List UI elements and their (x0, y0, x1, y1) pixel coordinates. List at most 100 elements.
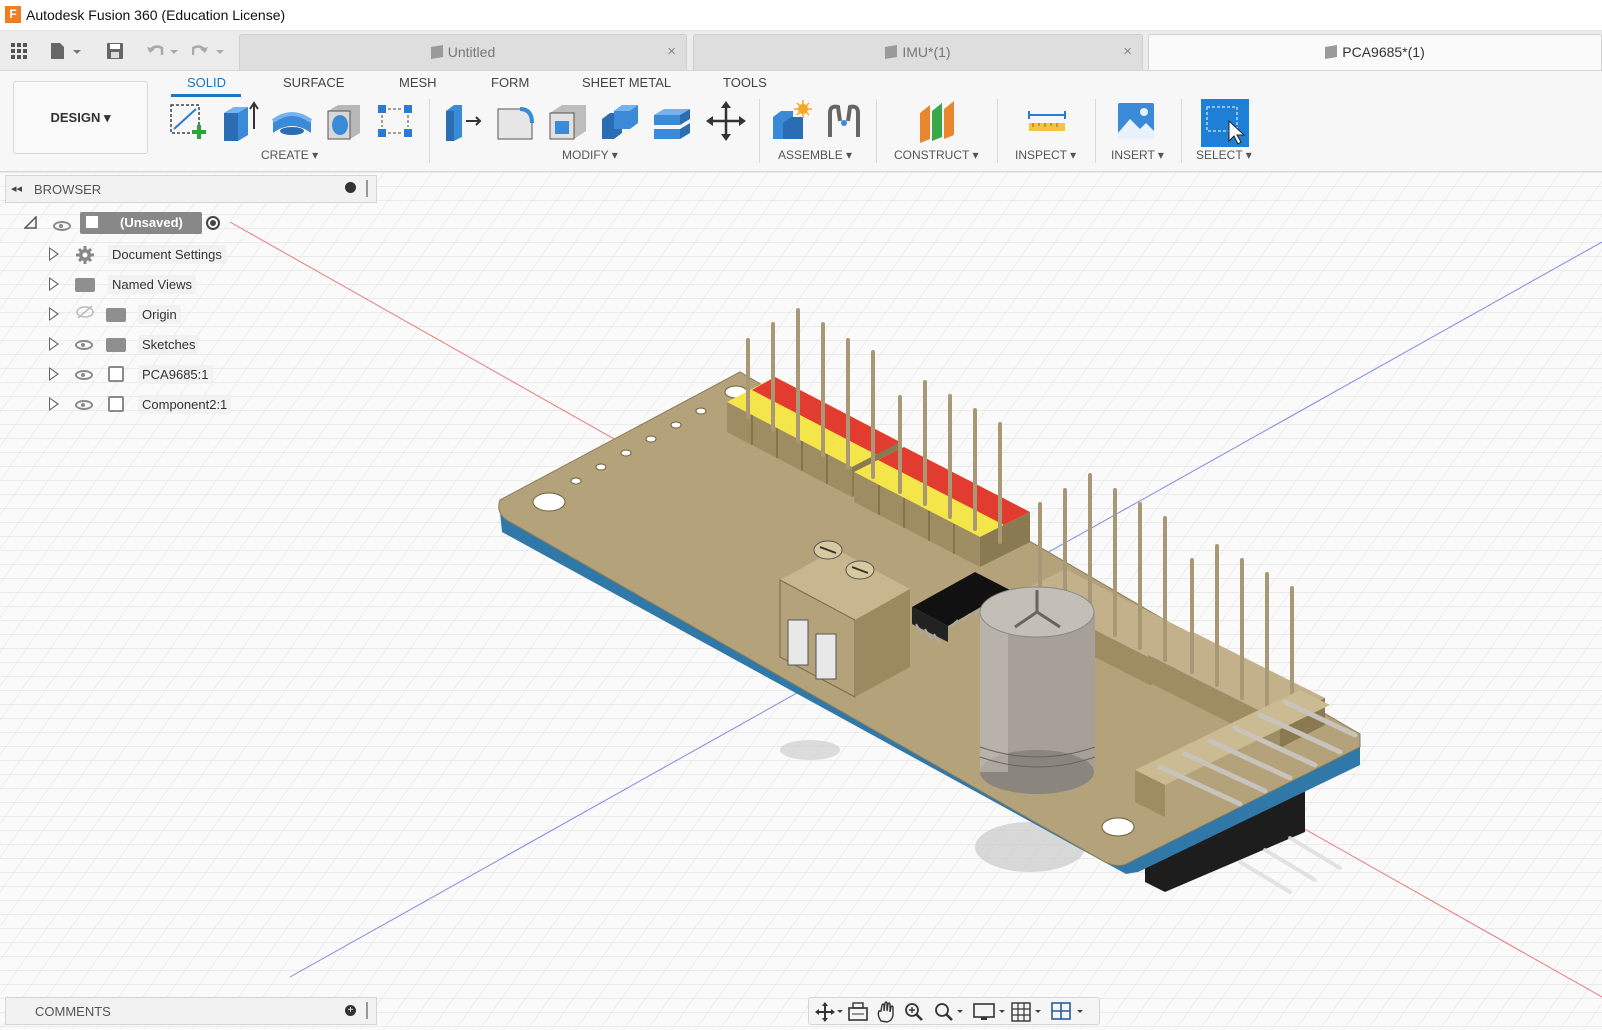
new-component-icon[interactable] (769, 99, 813, 143)
tab-mesh[interactable]: MESH (399, 75, 437, 90)
zoom-icon[interactable] (903, 1001, 927, 1023)
add-comment-icon[interactable]: + (345, 1005, 356, 1016)
component-icon (108, 396, 124, 412)
select-menu[interactable]: SELECT ▾ (1196, 148, 1252, 162)
new-sketch-icon[interactable] (166, 99, 210, 143)
tab-solid[interactable]: SOLID (187, 75, 226, 90)
expand-triangle-icon[interactable] (49, 397, 59, 411)
expand-triangle-icon[interactable] (49, 307, 59, 321)
toolbar-ribbon: DESIGN ▾ SOLID SURFACE MESH FORM SHEET M… (0, 71, 1602, 172)
close-tab-icon[interactable]: × (667, 43, 676, 60)
tab-label: PCA9685*(1) (1342, 44, 1425, 60)
undo-icon[interactable] (145, 39, 181, 63)
electrolytic-capacitor (979, 586, 1096, 794)
component-icon (108, 366, 124, 382)
tree-item-origin[interactable]: Origin (138, 305, 181, 324)
display-settings-icon[interactable] (973, 1002, 1007, 1022)
title-bar: F Autodesk Fusion 360 (Education License… (0, 0, 1602, 31)
look-at-icon[interactable] (847, 1002, 869, 1022)
separator (1181, 99, 1182, 163)
folder-icon (106, 308, 126, 322)
move-icon[interactable] (704, 99, 748, 143)
folder-icon (106, 338, 126, 352)
separator (997, 99, 998, 163)
tree-item-sketches[interactable]: Sketches (138, 335, 200, 354)
extrude-icon[interactable] (218, 99, 262, 143)
tab-pca9685[interactable]: PCA9685*(1) (1148, 34, 1602, 70)
tab-sheet-metal[interactable]: SHEET METAL (582, 75, 671, 90)
tree-item-named-views[interactable]: Named Views (108, 275, 196, 294)
collapse-triangle-icon[interactable] (23, 215, 37, 229)
expand-triangle-icon[interactable] (49, 337, 59, 351)
joint-icon[interactable] (822, 99, 866, 143)
combine-icon[interactable] (598, 99, 642, 143)
visibility-eye-icon[interactable] (53, 221, 71, 231)
expand-triangle-icon[interactable] (49, 277, 59, 291)
tab-label: Untitled (447, 44, 496, 60)
panel-grip-icon[interactable] (366, 180, 368, 197)
tab-label: IMU*(1) (902, 44, 951, 60)
revolve-icon[interactable] (270, 99, 314, 143)
minimize-icon[interactable] (345, 182, 356, 193)
app-grid-icon[interactable] (8, 39, 30, 63)
tab-untitled[interactable]: Untitled × (239, 34, 687, 70)
viewports-icon[interactable] (1051, 1002, 1087, 1022)
hidden-eye-icon[interactable] (75, 305, 95, 319)
measure-icon[interactable] (1025, 99, 1069, 143)
fillet-icon[interactable] (494, 99, 538, 143)
visibility-eye-icon[interactable] (75, 340, 93, 350)
window-title: Autodesk Fusion 360 (Education License) (26, 7, 286, 23)
tree-item-pca9685[interactable]: PCA9685:1 (138, 365, 213, 384)
fit-zoom-icon[interactable] (933, 1001, 965, 1023)
expand-triangle-icon[interactable] (49, 247, 59, 261)
workspace-switcher[interactable]: DESIGN ▾ (13, 81, 148, 154)
visibility-eye-icon[interactable] (75, 400, 93, 410)
hole-icon[interactable] (322, 99, 366, 143)
inspect-menu[interactable]: INSPECT ▾ (1015, 148, 1076, 162)
redo-icon[interactable] (191, 39, 227, 63)
separator (876, 99, 877, 163)
fusion-logo-icon: F (5, 6, 21, 23)
comments-title: COMMENTS (35, 1004, 111, 1019)
shell-icon[interactable] (546, 99, 590, 143)
pattern-icon[interactable] (374, 99, 418, 143)
tab-surface[interactable]: SURFACE (283, 75, 344, 90)
save-icon[interactable] (104, 39, 126, 63)
tree-item-component2[interactable]: Component2:1 (138, 395, 232, 414)
insert-image-icon[interactable] (1114, 99, 1158, 143)
select-icon[interactable] (1201, 99, 1249, 147)
visibility-eye-icon[interactable] (75, 370, 93, 380)
folder-icon (75, 278, 95, 292)
tree-item-document-settings[interactable]: Document Settings (108, 245, 226, 264)
offset-plane-icon[interactable] (916, 99, 960, 143)
separator (429, 99, 430, 163)
pan-hand-icon[interactable] (875, 1001, 897, 1023)
press-pull-icon[interactable] (442, 99, 486, 143)
file-menu-icon[interactable] (48, 39, 86, 63)
create-menu[interactable]: CREATE ▾ (261, 148, 318, 162)
close-tab-icon[interactable]: × (1123, 43, 1132, 60)
collapse-panel-icon[interactable]: ◂◂ (11, 182, 22, 195)
grid-settings-icon[interactable] (1011, 1002, 1045, 1022)
panel-grip-icon[interactable] (366, 1002, 368, 1019)
component-icon (885, 44, 898, 60)
3d-viewport[interactable] (0, 172, 1602, 1030)
offset-face-icon[interactable] (650, 99, 694, 143)
separator (1095, 99, 1096, 163)
insert-menu[interactable]: INSERT ▾ (1111, 148, 1164, 162)
navigation-toolbar (808, 997, 1100, 1025)
assemble-menu[interactable]: ASSEMBLE ▾ (778, 148, 852, 162)
orbit-icon[interactable] (815, 1002, 843, 1022)
tab-imu[interactable]: IMU*(1) × (693, 34, 1143, 70)
activate-radio-icon[interactable] (206, 216, 220, 230)
construct-menu[interactable]: CONSTRUCT ▾ (894, 148, 978, 162)
gear-icon (75, 245, 95, 265)
modify-menu[interactable]: MODIFY ▾ (562, 148, 618, 162)
active-tab-indicator (171, 94, 241, 97)
component-icon (430, 44, 443, 60)
document-icon (84, 214, 100, 230)
comments-panel: COMMENTS + (5, 997, 377, 1025)
tab-form[interactable]: FORM (491, 75, 529, 90)
expand-triangle-icon[interactable] (49, 367, 59, 381)
tab-tools[interactable]: TOOLS (723, 75, 767, 90)
